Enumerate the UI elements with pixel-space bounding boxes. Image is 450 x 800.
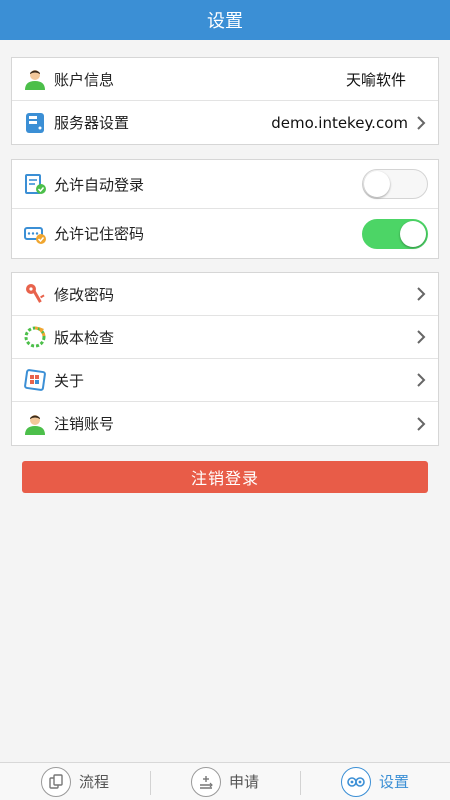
settings-icon: [340, 766, 371, 797]
key-icon: [22, 281, 48, 307]
version-check-icon: [22, 324, 48, 350]
menu-group: 修改密码 版本检查 关于 注销账号: [11, 272, 439, 446]
flow-icon: [40, 766, 71, 797]
apply-icon: [190, 766, 221, 797]
auto-login-icon: [22, 171, 48, 197]
account-group: 账户信息 天喻软件 服务器设置 demo.intekey.com: [11, 57, 439, 145]
auto-login-row: 允许自动登录: [12, 160, 438, 209]
tab-flow-label: 流程: [78, 773, 109, 791]
tab-settings-label: 设置: [378, 773, 409, 791]
deregister-account-row[interactable]: 注销账号: [12, 402, 438, 445]
login-options-group: 允许自动登录 允许记住密码: [11, 159, 439, 259]
user-icon: [22, 66, 48, 92]
change-password-label: 修改密码: [54, 285, 115, 304]
about-icon: [22, 367, 48, 393]
user-icon: [22, 411, 48, 437]
tab-settings[interactable]: 设置: [300, 763, 450, 800]
account-info-label: 账户信息: [54, 70, 115, 89]
deregister-account-label: 注销账号: [54, 415, 115, 433]
chevron-right-icon: [414, 287, 428, 301]
account-name-value: 天喻软件: [345, 70, 406, 89]
auto-login-label: 允许自动登录: [54, 175, 145, 194]
top-bar: 设置: [0, 0, 450, 40]
version-check-row[interactable]: 版本检查: [12, 316, 438, 359]
chevron-right-icon: [414, 416, 428, 431]
remember-password-icon: [22, 221, 48, 247]
about-label: 关于: [54, 371, 85, 390]
server-settings-row[interactable]: 服务器设置 demo.intekey.com: [12, 101, 438, 144]
tab-apply[interactable]: 申请: [150, 763, 300, 800]
tab-apply-label: 申请: [228, 773, 259, 791]
account-info-row[interactable]: 账户信息 天喻软件: [12, 58, 438, 101]
toggle-knob: [364, 171, 390, 197]
remember-password-toggle[interactable]: [362, 218, 428, 249]
about-row[interactable]: 关于: [12, 359, 438, 402]
page-title: 设置: [207, 11, 243, 32]
chevron-right-icon: [414, 373, 428, 387]
bottom-tab-bar: 流程 申请 设置: [0, 762, 450, 800]
version-check-label: 版本检查: [54, 328, 115, 347]
server-settings-label: 服务器设置: [54, 114, 130, 132]
server-icon: [22, 110, 48, 136]
chevron-right-icon: [414, 330, 428, 344]
chevron-right-icon: [414, 115, 428, 130]
auto-login-toggle[interactable]: [362, 169, 428, 199]
toggle-knob: [400, 220, 426, 247]
remember-password-row: 允许记住密码: [12, 209, 438, 258]
server-address-value: demo.intekey.com: [271, 113, 408, 132]
remember-password-label: 允许记住密码: [54, 225, 145, 243]
change-password-row[interactable]: 修改密码: [12, 273, 438, 316]
tab-flow[interactable]: 流程: [0, 763, 150, 800]
logout-button[interactable]: 注销登录: [22, 461, 428, 493]
